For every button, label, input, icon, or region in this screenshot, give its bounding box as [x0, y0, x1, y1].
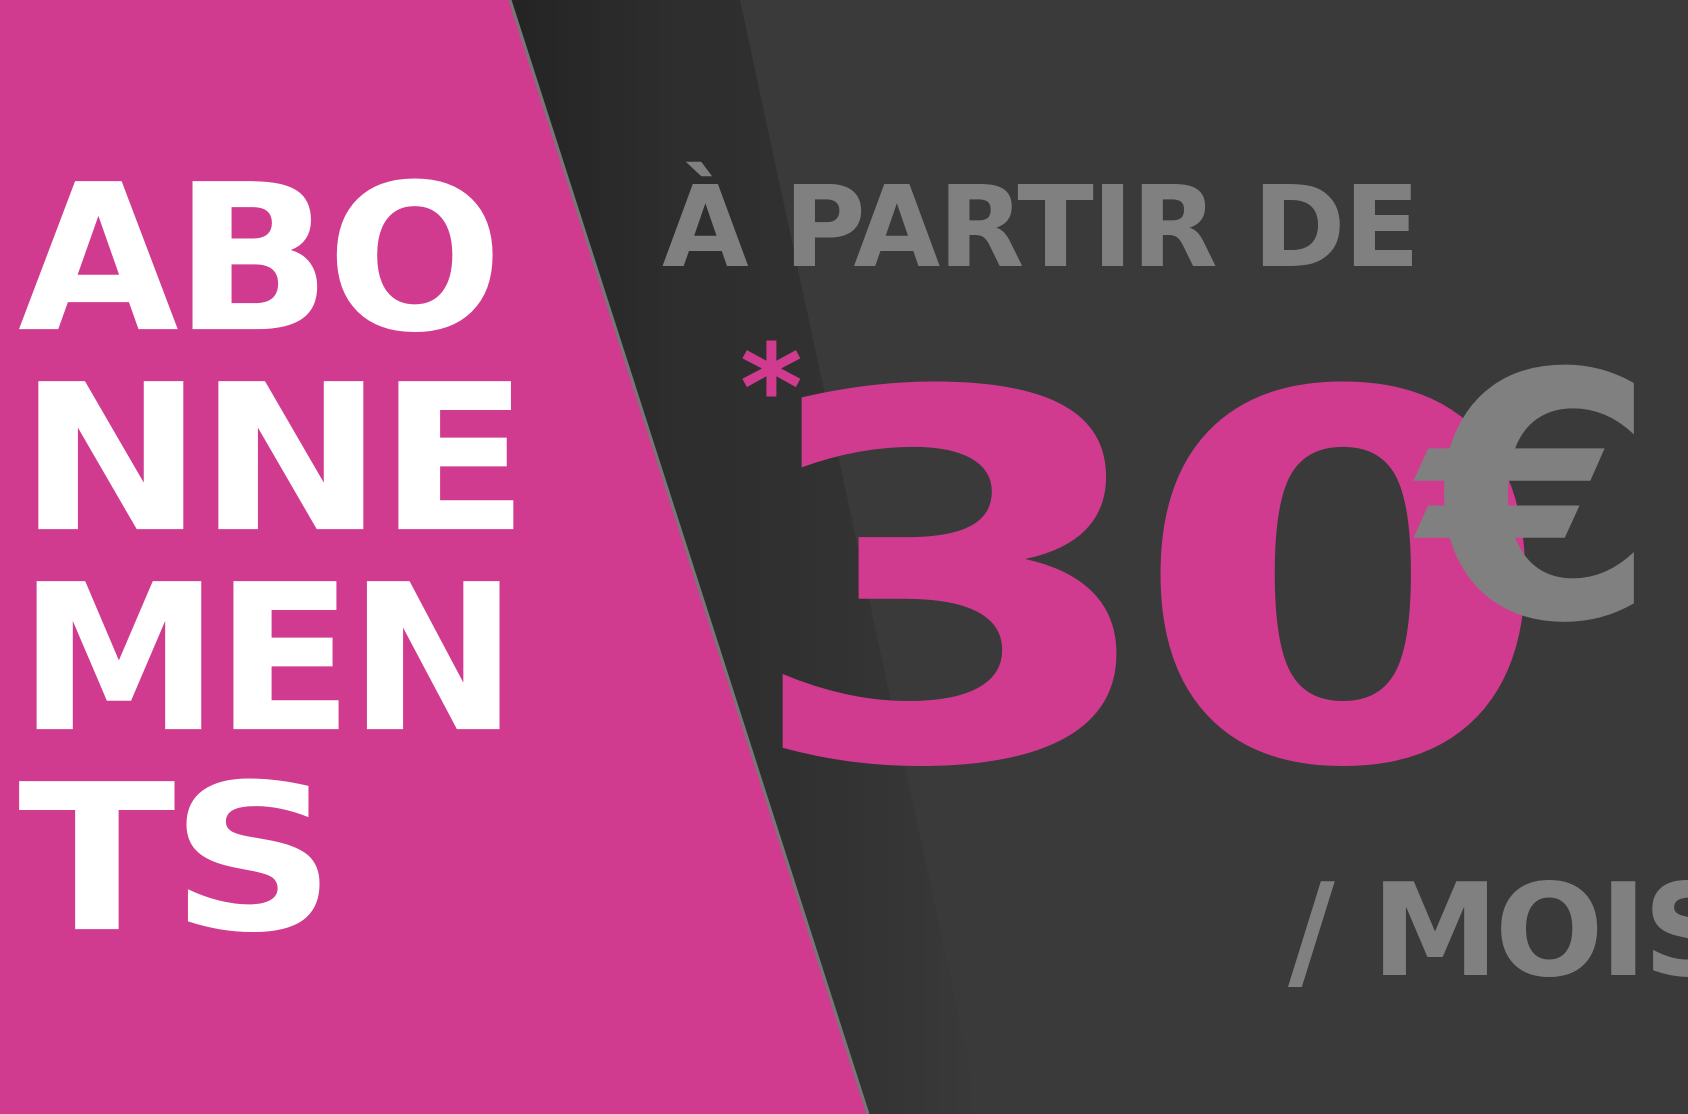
- price-period: / MOIS: [1288, 857, 1688, 1006]
- currency-symbol: €: [1420, 302, 1657, 698]
- headline-line-1: ABO: [18, 140, 503, 378]
- headline-line-4: TS: [18, 740, 336, 978]
- price-offer: À PARTIR DE * 30 € / MOIS: [650, 160, 1688, 1020]
- from-label: À PARTIR DE: [662, 163, 1420, 293]
- headline-line-2: NNE: [18, 340, 530, 578]
- price-value: 30: [742, 288, 1554, 880]
- subscription-banner: ABO NNE MEN TS À PARTIR DE * 30 € / MOIS: [0, 0, 1688, 1114]
- headline-line-3: MEN: [18, 540, 518, 778]
